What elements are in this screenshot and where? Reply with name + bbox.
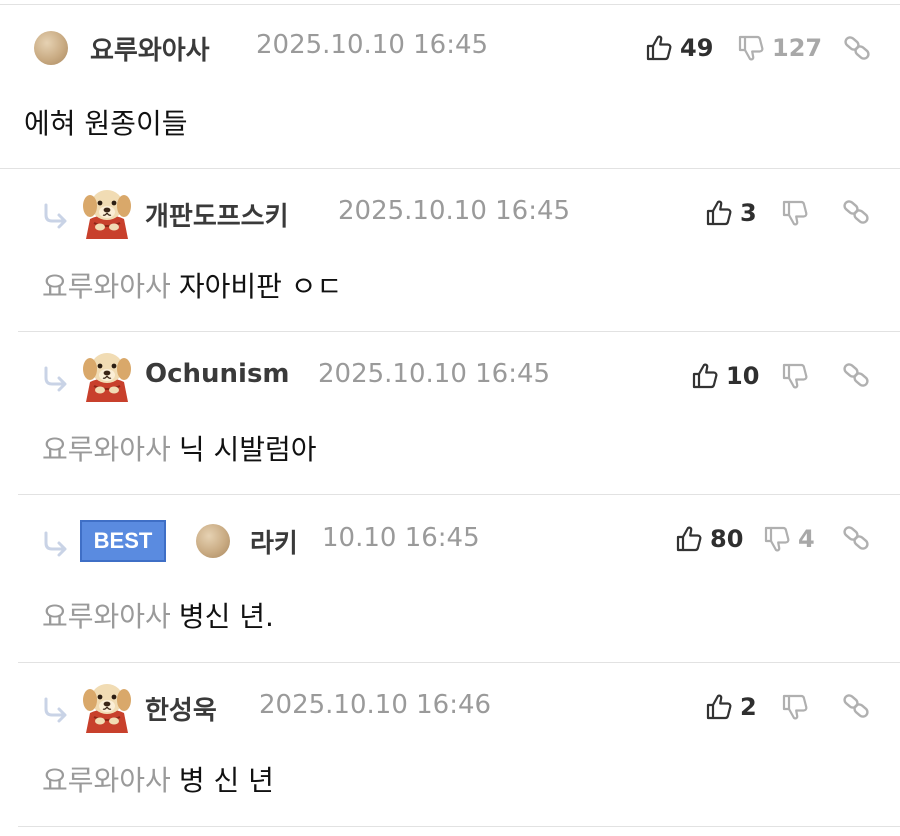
downvote-button[interactable] [780,689,816,725]
comment-text: 에혀 원종이들 [24,107,188,140]
best-badge: BEST [80,520,166,562]
divider [18,826,900,827]
reply-arrow-icon [40,529,70,559]
comment-author[interactable]: 한성욱 [145,690,217,727]
comment-item: 요루와아사 2025.10.10 16:45 49 127 에혀 원종이들 [0,6,900,168]
comment-author[interactable]: 라키 [250,523,298,560]
comment-body: 요루와아사 자아비판 ㅇㄷ [42,265,342,305]
mention-tag[interactable]: 요루와아사 [42,433,171,466]
thumbs-down-icon [736,33,766,63]
comment-body: 요루와아사 닉 시발럼아 [42,428,317,468]
thumbs-down-icon [780,361,810,391]
comment-body: 요루와아사 병 신 년 [42,759,274,799]
reply-comment-item: 개판도프스키 2025.10.10 16:45 3 요루와아사 자아비판 ㅇㄷ [18,169,900,331]
avatar-puppy-icon [80,677,134,735]
thumbs-down-icon [780,198,810,228]
reply-arrow-icon [40,695,70,725]
link-icon[interactable] [841,197,871,227]
reply-comment-item: 한성욱 2025.10.10 16:46 2 요루와아사 병 신 년 [18,663,900,825]
thumbs-down-icon [762,524,792,554]
comment-date: 2025.10.10 16:45 [318,359,551,389]
downvote-button[interactable] [780,358,816,394]
comment-date: 2025.10.10 16:45 [256,30,489,60]
upvote-button[interactable]: 80 [674,521,743,557]
avatar-ball-icon [34,31,68,65]
reply-arrow-icon [40,201,70,231]
upvote-button[interactable]: 10 [690,358,759,394]
comment-date: 10.10 16:45 [322,523,480,553]
downvote-count: 4 [798,525,815,553]
upvote-count: 3 [740,199,757,227]
comment-author[interactable]: 개판도프스키 [145,196,289,233]
link-icon[interactable] [841,523,871,553]
reply-arrow-icon [40,364,70,394]
link-icon[interactable] [841,691,871,721]
reply-comment-item: BEST 라키 10.10 16:45 80 4 요루와아사 병신 년. [18,495,900,662]
link-icon[interactable] [841,360,871,390]
thumbs-up-icon [704,692,734,722]
comment-author[interactable]: 요루와아사 [90,30,210,67]
avatar-puppy-icon [80,346,134,404]
downvote-button[interactable]: 127 [736,30,822,66]
comment-text: 병신 년. [178,600,274,633]
thumbs-down-icon [780,692,810,722]
link-icon[interactable] [842,33,872,63]
comment-body: 에혀 원종이들 [24,102,187,142]
downvote-count: 127 [772,34,823,62]
mention-tag[interactable]: 요루와아사 [42,764,171,797]
comment-text: 자아비판 ㅇㄷ [178,270,343,303]
upvote-count: 49 [680,34,714,62]
upvote-button[interactable]: 3 [704,195,757,231]
comment-text: 닉 시발럼아 [178,433,317,466]
thumbs-up-icon [674,524,704,554]
comment-date: 2025.10.10 16:46 [259,690,492,720]
upvote-button[interactable]: 49 [644,30,713,66]
upvote-count: 10 [726,362,760,390]
comment-date: 2025.10.10 16:45 [338,196,571,226]
upvote-button[interactable]: 2 [704,689,757,725]
thumbs-up-icon [704,198,734,228]
mention-tag[interactable]: 요루와아사 [42,600,171,633]
avatar-ball-icon [196,524,230,558]
thumbs-up-icon [644,33,674,63]
comment-author[interactable]: Ochunism [145,359,290,389]
downvote-button[interactable]: 4 [762,521,815,557]
thumbs-up-icon [690,361,720,391]
mention-tag[interactable]: 요루와아사 [42,270,171,303]
comment-text: 병 신 년 [178,764,274,797]
downvote-button[interactable] [780,195,816,231]
divider [0,4,900,5]
comment-body: 요루와아사 병신 년. [42,595,274,635]
avatar-puppy-icon [80,183,134,241]
upvote-count: 80 [710,525,744,553]
reply-comment-item: Ochunism 2025.10.10 16:45 10 요루와아사 닉 시발럼아 [18,332,900,494]
upvote-count: 2 [740,693,757,721]
